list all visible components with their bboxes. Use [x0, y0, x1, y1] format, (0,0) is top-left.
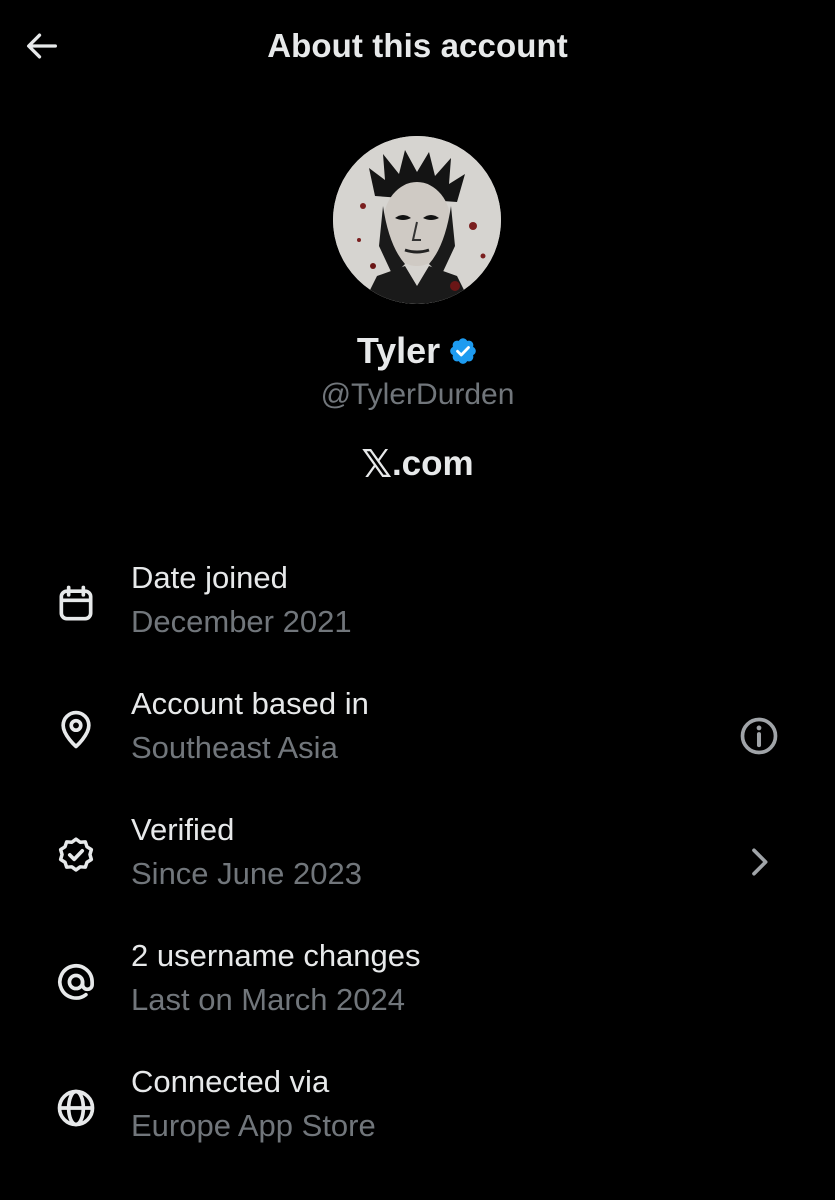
connected-via-value: Europe App Store	[131, 1108, 376, 1143]
date-joined-label: Date joined	[131, 560, 288, 595]
top-bar: About this account	[0, 0, 835, 95]
page-title: About this account	[267, 27, 568, 64]
verified-badge-icon[interactable]	[448, 336, 478, 366]
info-item-date-joined: Date joined December 2021	[0, 560, 835, 660]
site-domain: .com	[391, 444, 474, 483]
globe-icon	[52, 1084, 100, 1132]
account-based-in-label: Account based in	[131, 686, 369, 721]
verified-badge-outline-icon	[52, 832, 100, 880]
verified-value: Since June 2023	[131, 856, 362, 891]
date-joined-value: December 2021	[131, 604, 352, 639]
site-link[interactable]: 𝕏 .com	[0, 442, 835, 486]
info-item-connected-via: Connected via Europe App Store	[0, 1064, 835, 1164]
account-based-in-value: Southeast Asia	[131, 730, 338, 765]
info-item-username-changes: 2 username changes Last on March 2024	[0, 938, 835, 1038]
at-sign-icon	[52, 958, 100, 1006]
username-changes-label: 2 username changes	[131, 938, 421, 973]
x-logo-icon: 𝕏	[361, 442, 392, 486]
display-name: Tyler	[356, 330, 441, 371]
info-item-verified[interactable]: Verified Since June 2023	[0, 812, 835, 912]
connected-via-label: Connected via	[131, 1064, 330, 1099]
username-handle: @TylerDurden	[320, 378, 515, 411]
chevron-right-icon[interactable]	[731, 834, 787, 890]
location-pin-icon	[52, 706, 100, 754]
info-item-account-based-in: Account based in Southeast Asia	[0, 686, 835, 786]
profile-name-row: Tyler	[0, 330, 835, 372]
username-changes-value: Last on March 2024	[131, 982, 406, 1017]
avatar[interactable]	[333, 136, 501, 304]
calendar-icon	[52, 580, 100, 628]
info-icon[interactable]	[731, 708, 787, 764]
verified-label: Verified	[131, 812, 235, 847]
